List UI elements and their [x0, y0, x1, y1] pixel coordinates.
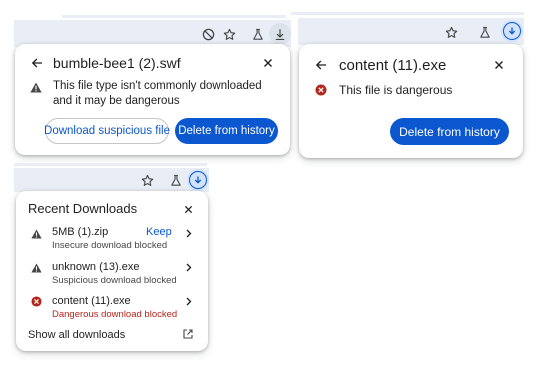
download-list-item[interactable]: 5MB (1).zip Insecure download blocked Ke… [16, 223, 208, 253]
labs-flask-icon[interactable] [474, 21, 496, 43]
download-suspicious-file-button[interactable]: Download suspicious file [44, 118, 170, 144]
show-all-downloads-row[interactable]: Show all downloads [16, 325, 208, 347]
download-button[interactable] [501, 20, 523, 42]
open-in-new-icon[interactable] [182, 328, 194, 340]
chevron-right-icon[interactable] [183, 295, 195, 307]
download-file-name: unknown (13).exe [52, 261, 140, 273]
toolbar-top-line [14, 163, 207, 166]
toolbar-top-line [62, 15, 286, 18]
download-status: Insecure download blocked [52, 240, 168, 251]
keep-link[interactable]: Keep [146, 226, 172, 238]
close-icon[interactable] [491, 57, 507, 73]
chevron-right-icon[interactable] [183, 227, 195, 239]
bookmark-star-icon[interactable] [440, 21, 462, 43]
close-icon[interactable] [260, 55, 276, 71]
warning-icon [29, 80, 43, 94]
download-button[interactable] [269, 23, 291, 45]
chevron-right-icon[interactable] [183, 261, 195, 273]
labs-flask-icon[interactable] [247, 23, 269, 45]
bookmark-star-icon[interactable] [136, 169, 158, 191]
bookmark-star-icon[interactable] [218, 23, 240, 45]
popup-title: bumble-bee1 (2).swf [53, 55, 181, 71]
download-list-item[interactable]: unknown (13).exe Suspicious download blo… [16, 259, 208, 289]
close-icon[interactable] [180, 201, 196, 217]
download-status: Suspicious download blocked [52, 275, 177, 286]
warning-icon [30, 261, 43, 274]
tracking-blocked-icon[interactable] [197, 23, 219, 45]
show-all-downloads-link[interactable]: Show all downloads [28, 329, 125, 341]
download-status: Dangerous download blocked [52, 309, 178, 320]
labs-flask-icon[interactable] [165, 169, 187, 191]
download-list-item[interactable]: content (11).exe Dangerous download bloc… [16, 293, 208, 323]
download-file-name: 5MB (1).zip [52, 226, 109, 238]
popup-message: This file is dangerous [339, 83, 453, 97]
back-arrow-icon[interactable] [29, 55, 45, 71]
popup-message: This file type isn't commonly downloaded… [53, 80, 262, 107]
download-file-name: content (11).exe [52, 295, 131, 307]
error-icon [30, 295, 43, 308]
toolbar-top-line [291, 12, 524, 15]
warning-icon [30, 227, 43, 240]
download-warning-popup: bumble-bee1 (2).swf This file type isn't… [15, 44, 290, 155]
recent-downloads-popup: Recent Downloads 5MB (1).zip Insecure do… [16, 191, 208, 351]
delete-from-history-button[interactable]: Delete from history [175, 118, 278, 144]
popup-title: Recent Downloads [28, 201, 138, 216]
download-button[interactable] [187, 169, 209, 191]
back-arrow-icon[interactable] [313, 57, 329, 73]
error-icon [314, 83, 328, 97]
popup-title: content (11).exe [339, 57, 447, 74]
download-danger-popup: content (11).exe This file is dangerous … [299, 44, 523, 158]
delete-from-history-button[interactable]: Delete from history [390, 118, 509, 145]
